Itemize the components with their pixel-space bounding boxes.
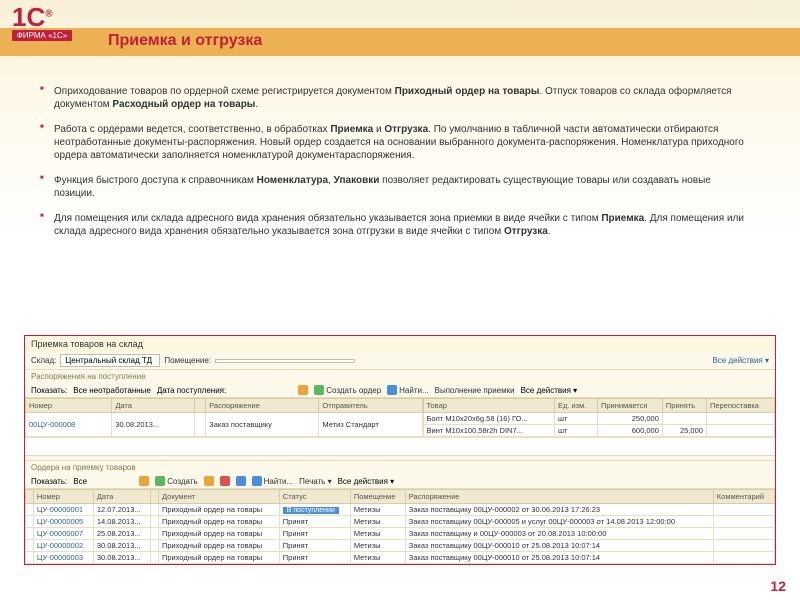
slide-title: Приемка и отгрузка: [108, 32, 262, 50]
section-receive-orders: Ордера на приемку товаров: [25, 461, 775, 474]
plus-icon: [155, 476, 165, 486]
show-filter-1[interactable]: Все неотработанные: [73, 386, 151, 395]
toolbar-2: Показать: Все Создать Найти... Печать ▾ …: [25, 474, 775, 489]
warehouse-label: Склад:: [31, 356, 56, 365]
all-actions-2[interactable]: Все действия ▾: [338, 477, 395, 486]
bullet-item: Для помещения или склада адресного вида …: [44, 212, 744, 238]
exec-button[interactable]: Выполнение приемки: [435, 386, 515, 395]
bullet-item: Оприходование товаров по ордерной схеме …: [44, 85, 744, 111]
app-window-title: Приемка товаров на склад: [25, 336, 775, 352]
create-button-2[interactable]: Создать: [155, 476, 197, 486]
all-actions-1[interactable]: Все действия ▾: [521, 386, 578, 395]
bullet-item: Функция быстрого доступа к справочникам …: [44, 174, 744, 200]
logo-1c: 1С® ФИРМА «1С»: [12, 8, 72, 41]
plus-icon: [314, 385, 324, 395]
table-row[interactable]: ЦУ-0000000725.08.2013...Приходный ордер …: [26, 528, 775, 540]
room-field[interactable]: [215, 359, 355, 363]
table-receive-orders[interactable]: НомерДатаДокументСтатусПомещениеРаспоряж…: [25, 489, 775, 564]
table-row[interactable]: 00ЦУ-00000830.08.2013...Заказ поставщику…: [26, 413, 423, 437]
print-button[interactable]: Печать ▾: [299, 477, 331, 486]
search-icon: [387, 385, 397, 395]
table-row[interactable]: Болт M10x20x6g.58 (16) ГО...шт250,000: [423, 413, 775, 425]
table-row[interactable]: Винт M10x100.58r2h DIN7...шт600,00025,00…: [423, 425, 775, 437]
find-button-2[interactable]: Найти...: [252, 476, 294, 486]
table-row[interactable]: ЦУ-0000000514.08.2013...Приходный ордер …: [26, 516, 775, 528]
app-screenshot: Приемка товаров на склад Склад: Централь…: [24, 335, 776, 565]
toolbar-1: Показать: Все неотработанные Дата поступ…: [25, 383, 775, 398]
table-row[interactable]: ЦУ-0000000112.07.2013...Приходный ордер …: [26, 504, 775, 516]
table-row[interactable]: ЦУ-0000000330.08.2013...Приходный ордер …: [26, 552, 775, 564]
slide-body: Оприходование товаров по ордерной схеме …: [44, 85, 744, 250]
refresh-icon-2[interactable]: [139, 476, 149, 486]
table-row[interactable]: ЦУ-0000000230.08.2013...Приходный ордер …: [26, 540, 775, 552]
table-goods[interactable]: ТоварЕд. изм.ПринимаетсяПринятьПерепоста…: [423, 398, 776, 437]
nav-icon[interactable]: [236, 476, 246, 486]
find-button-1[interactable]: Найти...: [387, 385, 429, 395]
warehouse-field[interactable]: Центральный склад ТД: [60, 354, 160, 367]
show-filter-2[interactable]: Все: [73, 477, 133, 486]
search-icon: [252, 476, 262, 486]
bullet-item: Работа с ордерами ведется, соответственн…: [44, 123, 744, 162]
section-orders-in: Распоряжения на поступление: [25, 370, 775, 383]
all-actions-link[interactable]: Все действия ▾: [712, 356, 769, 365]
table-dispositions[interactable]: НомерДатаРаспоряжениеОтправитель 00ЦУ-00…: [25, 398, 423, 437]
refresh-icon[interactable]: [298, 385, 308, 395]
delete-icon[interactable]: [220, 476, 230, 486]
edit-icon[interactable]: [204, 476, 214, 486]
create-order-button[interactable]: Создать ордер: [314, 385, 381, 395]
page-number: 12: [770, 578, 786, 594]
room-label: Помещение:: [164, 356, 211, 365]
